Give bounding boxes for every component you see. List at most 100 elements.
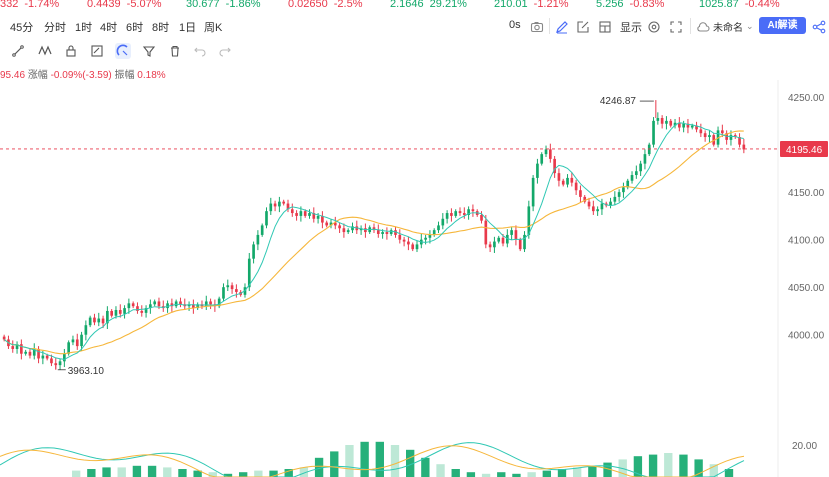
share-icon[interactable] <box>812 18 826 36</box>
candle <box>290 203 294 217</box>
layout-name-label: 未命名 <box>713 23 743 34</box>
candle <box>523 231 526 253</box>
indicator-volume-bars <box>0 441 745 477</box>
ticker-price: 332 <box>0 0 19 10</box>
candle <box>183 298 187 310</box>
timeframe-45min[interactable]: 45分 <box>10 19 33 35</box>
timeframe-weekly[interactable]: 周K <box>204 19 222 35</box>
candle <box>149 299 152 314</box>
candle <box>561 178 565 187</box>
indicator-bar <box>254 470 263 477</box>
magnet-tool-icon[interactable] <box>115 43 131 59</box>
ai-interpret-button[interactable]: AI解读 <box>759 17 806 34</box>
candle <box>695 121 698 133</box>
settings-icon[interactable] <box>647 18 661 36</box>
candle <box>678 117 681 132</box>
note-tool-icon[interactable] <box>89 43 105 59</box>
ticker-item[interactable]: 210.01 -1.21% <box>494 0 569 10</box>
ticker-item[interactable]: 0.4439 -5.07% <box>87 0 162 10</box>
candle-body <box>376 230 380 234</box>
candle <box>282 199 286 206</box>
candle <box>144 305 148 318</box>
timeframe-8h[interactable]: 8时 <box>152 19 169 35</box>
fullscreen-icon[interactable] <box>669 18 683 36</box>
trash-tool-icon[interactable] <box>167 43 183 59</box>
indicator-bar <box>527 472 536 477</box>
trend-line-tool-icon[interactable] <box>10 43 26 59</box>
indicator-bar <box>664 453 673 477</box>
candle <box>93 313 96 326</box>
indicator-bar <box>421 457 430 477</box>
annotations: 4195.46 4246.87 3963.10 <box>0 96 828 377</box>
refresh-interval[interactable]: 0s <box>509 19 521 31</box>
candle <box>269 197 273 215</box>
candle-body <box>11 346 15 349</box>
candle <box>703 130 707 142</box>
indicator-bar <box>648 454 658 477</box>
undo-icon[interactable] <box>192 43 208 59</box>
ticker-price: 0.02650 <box>288 0 328 10</box>
candle <box>265 207 268 229</box>
timeframe-1d[interactable]: 1日 <box>179 19 196 35</box>
ticker-item[interactable]: 1025.87 -0.44% <box>699 0 780 10</box>
candle <box>531 175 535 212</box>
candle-body <box>58 361 62 366</box>
candle-body <box>45 355 49 359</box>
candle-body <box>622 187 625 193</box>
filter-tool-icon[interactable] <box>141 43 157 59</box>
redo-icon[interactable] <box>217 43 233 59</box>
candle <box>643 149 647 170</box>
camera-icon[interactable] <box>530 18 544 36</box>
indicator-bar <box>390 445 400 477</box>
candle <box>28 348 32 359</box>
ticker-item[interactable]: 332 -1.74% <box>0 0 59 10</box>
wave-pattern-tool-icon[interactable] <box>37 43 53 59</box>
candle <box>11 340 15 353</box>
indicator-bar <box>72 470 81 477</box>
display-toggle[interactable]: 显示 <box>620 19 642 35</box>
timeframe-1h[interactable]: 1时 <box>75 19 92 35</box>
candle-body <box>721 130 724 134</box>
candle <box>192 299 195 314</box>
moving-averages <box>3 122 744 360</box>
edit-icon[interactable] <box>576 18 590 36</box>
layout-name-dropdown[interactable]: 未命名 ⌄ <box>696 19 754 34</box>
max-price-annotation: 4246.87 <box>600 96 637 107</box>
candle-body <box>596 209 599 212</box>
y-tick-label: 4250.00 <box>788 93 825 104</box>
candle <box>738 133 741 148</box>
layout-icon[interactable] <box>598 18 612 36</box>
candle <box>424 234 427 245</box>
candle <box>458 207 462 216</box>
candle-body <box>591 206 595 212</box>
chevron-down-icon: ⌄ <box>746 21 754 31</box>
candle <box>591 200 595 215</box>
candle <box>708 130 711 143</box>
candle-body <box>536 163 539 178</box>
candle <box>217 296 221 309</box>
timeframe-4h[interactable]: 4时 <box>100 19 117 35</box>
quote-info-line: 95.46 涨幅 -0.09%(-3.59) 振幅 0.18% <box>0 66 166 81</box>
candle <box>398 229 402 244</box>
candlestick-chart[interactable]: 4250.004200.004150.004100.004050.004000.… <box>0 80 829 477</box>
ticker-item[interactable]: 5.256 -0.83% <box>596 0 664 10</box>
ticker-change: 29.21% <box>429 0 467 10</box>
candle <box>742 138 746 154</box>
candle <box>97 312 101 327</box>
candle <box>437 221 440 234</box>
lock-tool-icon[interactable] <box>63 43 79 59</box>
candle <box>557 168 561 187</box>
candle-body <box>579 190 582 197</box>
draw-pen-icon[interactable] <box>555 18 569 36</box>
timeframe-intraday[interactable]: 分时 <box>44 19 66 35</box>
candle-body <box>385 232 389 234</box>
ticker-item[interactable]: 30.677 -1.86% <box>186 0 261 10</box>
candle-body <box>230 285 234 290</box>
ticker-item[interactable]: 2.1646 29.21% <box>390 0 467 10</box>
candle-body <box>570 177 574 183</box>
indicator-bar <box>588 465 597 477</box>
ticker-price: 5.256 <box>596 0 624 10</box>
ticker-item[interactable]: 0.02650 -2.5% <box>288 0 363 10</box>
candle <box>20 339 23 360</box>
timeframe-6h[interactable]: 6时 <box>126 19 143 35</box>
